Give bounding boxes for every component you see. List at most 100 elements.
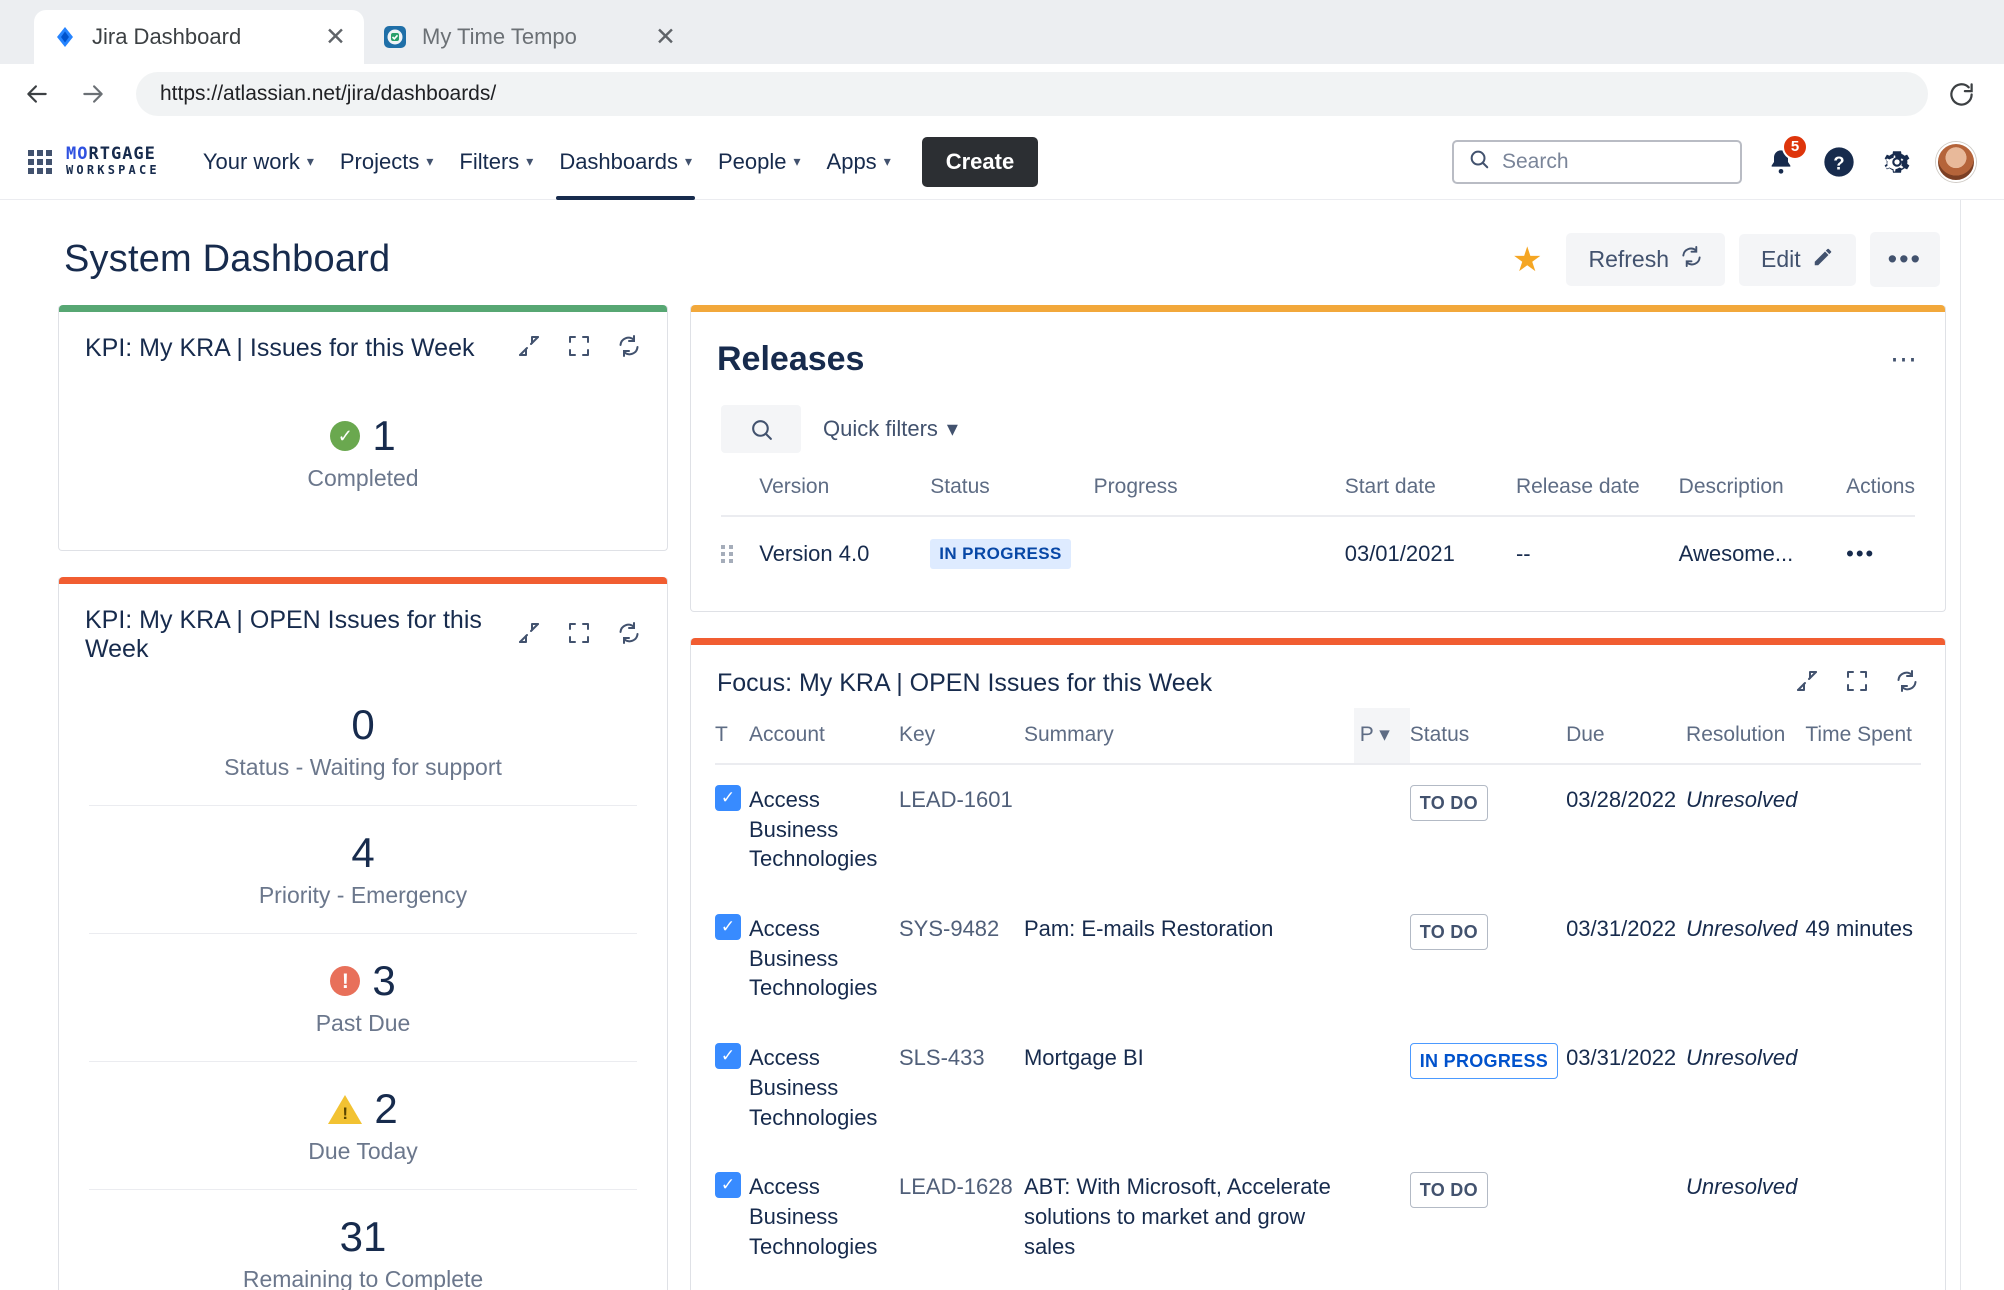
- forward-arrow-icon[interactable]: [70, 71, 116, 117]
- release-actions-button[interactable]: •••: [1846, 516, 1915, 583]
- issue-key[interactable]: LEAD-1629: [899, 1281, 1024, 1290]
- kpi-value: 2: [374, 1088, 397, 1130]
- issue-status: TO DO: [1410, 1281, 1566, 1290]
- col-due[interactable]: Due: [1566, 708, 1686, 764]
- more-horizontal-icon[interactable]: ⋯: [1890, 344, 1919, 375]
- reload-icon[interactable]: [1938, 71, 1984, 117]
- dashboard-page: System Dashboard ★ Refresh Edit •••: [0, 200, 2004, 1290]
- checkbox-checked-icon[interactable]: ✓: [715, 1043, 741, 1069]
- back-arrow-icon[interactable]: [14, 71, 60, 117]
- close-icon[interactable]: ✕: [325, 25, 346, 50]
- issue-summary[interactable]: Pam: E-mails Restoration: [1024, 894, 1354, 1023]
- col-priority[interactable]: P ▾: [1354, 708, 1410, 764]
- widget-body: ✓ 1 Completed: [59, 373, 667, 550]
- col-release-date[interactable]: Release date: [1516, 475, 1679, 516]
- address-bar[interactable]: https://atlassian.net/jira/dashboards/: [136, 72, 1928, 116]
- gear-icon[interactable]: [1878, 143, 1916, 181]
- issue-key[interactable]: SYS-9482: [899, 894, 1024, 1023]
- table-row[interactable]: ✓ Access Business Technologies SLS-433 M…: [715, 1023, 1921, 1152]
- nav-item-projects[interactable]: Projects ▾: [327, 124, 447, 200]
- help-icon[interactable]: ?: [1820, 143, 1858, 181]
- col-key[interactable]: Key: [899, 708, 1024, 764]
- col-resolution[interactable]: Resolution: [1686, 708, 1805, 764]
- col-time-spent[interactable]: Time Spent: [1805, 708, 1921, 764]
- releases-search-button[interactable]: [721, 405, 801, 453]
- issue-summary[interactable]: [1024, 1281, 1354, 1290]
- kpi-value-row: ! 3: [330, 960, 395, 1002]
- edit-button[interactable]: Edit: [1739, 234, 1856, 286]
- collapse-icon[interactable]: [1795, 669, 1819, 698]
- fullscreen-icon[interactable]: [1845, 669, 1869, 698]
- search-box[interactable]: [1452, 140, 1742, 184]
- issue-summary[interactable]: [1024, 764, 1354, 894]
- kpi-value-row: 2: [328, 1088, 397, 1130]
- col-description[interactable]: Description: [1679, 475, 1846, 516]
- browser-tab-title: Jira Dashboard: [92, 24, 311, 50]
- widget-accent-bar: [59, 577, 667, 584]
- issue-priority: [1354, 894, 1410, 1023]
- refresh-icon[interactable]: [617, 334, 641, 363]
- kpi-stat: ! 3 Past Due: [89, 934, 637, 1062]
- release-version[interactable]: Version 4.0: [759, 516, 930, 583]
- create-button[interactable]: Create: [922, 137, 1038, 187]
- table-row[interactable]: ✓ Access Business Technologies SYS-9482 …: [715, 894, 1921, 1023]
- browser-tab-jira-dashboard[interactable]: Jira Dashboard ✕: [34, 10, 364, 64]
- collapse-icon[interactable]: [517, 334, 541, 363]
- notifications-bell-icon[interactable]: 5: [1762, 143, 1800, 181]
- table-row[interactable]: ✓ Access Business Technologies LEAD-1628…: [715, 1152, 1921, 1281]
- refresh-icon[interactable]: [617, 621, 641, 650]
- nav-item-apps[interactable]: Apps ▾: [814, 124, 904, 200]
- issue-summary[interactable]: Mortgage BI: [1024, 1023, 1354, 1152]
- col-start-date[interactable]: Start date: [1345, 475, 1516, 516]
- col-status[interactable]: Status: [1410, 708, 1566, 764]
- issue-due: 03/31/2022: [1566, 1023, 1686, 1152]
- quick-filters-dropdown[interactable]: Quick filters ▾: [823, 416, 958, 442]
- search-input[interactable]: [1502, 150, 1726, 174]
- table-row[interactable]: Version 4.0 IN PROGRESS 03/01/2021 -- Aw…: [721, 516, 1915, 583]
- col-progress[interactable]: Progress: [1094, 475, 1345, 516]
- issue-key[interactable]: LEAD-1628: [899, 1152, 1024, 1281]
- refresh-button[interactable]: Refresh: [1566, 233, 1725, 286]
- warning-triangle-icon: [328, 1095, 362, 1124]
- checkbox-checked-icon[interactable]: ✓: [715, 914, 741, 940]
- status-badge: IN PROGRESS: [930, 539, 1070, 569]
- checkbox-checked-icon[interactable]: ✓: [715, 1172, 741, 1198]
- issue-type-checkbox[interactable]: ✓: [715, 894, 749, 1023]
- col-account[interactable]: Account: [749, 708, 899, 764]
- star-filled-icon[interactable]: ★: [1512, 240, 1542, 280]
- issue-key[interactable]: SLS-433: [899, 1023, 1024, 1152]
- drag-handle-icon[interactable]: [721, 516, 759, 583]
- refresh-icon[interactable]: [1895, 669, 1919, 698]
- nav-label: Projects: [340, 149, 419, 175]
- collapse-icon[interactable]: [517, 621, 541, 650]
- app-switcher-icon[interactable]: [28, 150, 52, 174]
- issue-type-checkbox[interactable]: ✓: [715, 1023, 749, 1152]
- browser-tab-my-time-tempo[interactable]: My Time Tempo ✕: [364, 10, 694, 64]
- browser-tab-title: My Time Tempo: [422, 24, 641, 50]
- issue-type-checkbox[interactable]: ✓: [715, 1152, 749, 1281]
- nav-item-filters[interactable]: Filters ▾: [446, 124, 546, 200]
- user-avatar[interactable]: [1936, 142, 1976, 182]
- col-status[interactable]: Status: [930, 475, 1093, 516]
- col-type[interactable]: T: [715, 708, 749, 764]
- close-icon[interactable]: ✕: [655, 25, 676, 50]
- issue-type-checkbox[interactable]: ✓: [715, 1281, 749, 1290]
- checkbox-checked-icon[interactable]: ✓: [715, 785, 741, 811]
- issue-type-checkbox[interactable]: ✓: [715, 764, 749, 894]
- issue-key[interactable]: LEAD-1601: [899, 764, 1024, 894]
- nav-item-people[interactable]: People ▾: [705, 124, 814, 200]
- nav-item-your-work[interactable]: Your work ▾: [190, 124, 327, 200]
- col-summary[interactable]: Summary: [1024, 708, 1354, 764]
- issue-due: [1566, 1152, 1686, 1281]
- fullscreen-icon[interactable]: [567, 621, 591, 650]
- table-row[interactable]: ✓ Access Business Technologies LEAD-1629…: [715, 1281, 1921, 1290]
- nav-item-dashboards[interactable]: Dashboards ▾: [546, 124, 705, 200]
- issue-status: TO DO: [1410, 764, 1566, 894]
- dashboard-more-button[interactable]: •••: [1870, 232, 1940, 287]
- col-version[interactable]: Version: [759, 475, 930, 516]
- table-row[interactable]: ✓ Access Business Technologies LEAD-1601…: [715, 764, 1921, 894]
- issue-summary[interactable]: ABT: With Microsoft, Accelerate solution…: [1024, 1152, 1354, 1281]
- fullscreen-icon[interactable]: [567, 334, 591, 363]
- chevron-down-icon: ▾: [526, 153, 533, 170]
- workspace-logo[interactable]: MORTGAGE WORKSPACE: [66, 146, 160, 176]
